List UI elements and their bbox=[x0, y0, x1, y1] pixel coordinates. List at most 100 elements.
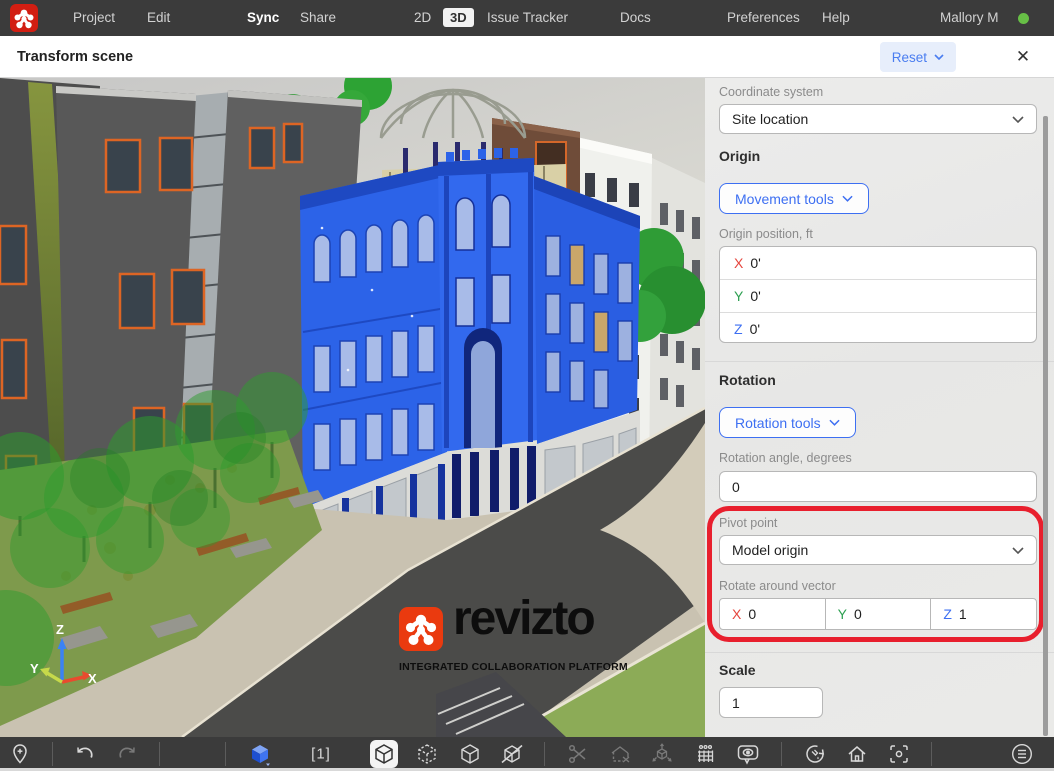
eye-bubble-icon bbox=[736, 743, 760, 765]
render-mode-default-button[interactable] bbox=[370, 740, 398, 768]
rotation-angle-input[interactable] bbox=[719, 471, 1037, 502]
origin-z-field[interactable]: Z 0' bbox=[720, 312, 1036, 345]
undo-icon bbox=[74, 743, 96, 765]
document-list-icon bbox=[1010, 742, 1034, 766]
axis-z-label: Z bbox=[734, 321, 743, 337]
origin-position-label: Origin position, ft bbox=[719, 227, 813, 241]
toolbar-divider bbox=[931, 742, 932, 766]
zoom-extents-button[interactable] bbox=[886, 741, 912, 767]
scale-heading: Scale bbox=[719, 662, 756, 678]
pivot-point-value: Model origin bbox=[732, 542, 808, 558]
vector-y-value: 0 bbox=[854, 606, 862, 622]
home-view-button[interactable] bbox=[844, 741, 870, 767]
mode-2d-button[interactable]: 2D bbox=[414, 0, 431, 36]
grid-icon bbox=[694, 743, 716, 765]
menu-issue-tracker[interactable]: Issue Tracker bbox=[487, 0, 568, 36]
axis-x-label: X bbox=[734, 255, 743, 271]
hidden-objects-button[interactable] bbox=[499, 741, 525, 767]
close-button[interactable]: ✕ bbox=[1010, 44, 1036, 70]
axis-y-label: Y bbox=[30, 661, 39, 676]
origin-y-field[interactable]: Y 0' bbox=[720, 279, 1036, 312]
axis-y-label: Y bbox=[734, 288, 743, 304]
restore-appearance-button[interactable] bbox=[802, 741, 828, 767]
pivot-point-select[interactable]: Model origin bbox=[719, 535, 1037, 565]
toolbar-divider bbox=[52, 742, 53, 766]
reset-button[interactable]: Reset bbox=[880, 42, 956, 72]
transform-panel: Coordinate system Site location Origin M… bbox=[705, 78, 1054, 737]
vector-x-field[interactable]: X 0 bbox=[720, 599, 825, 629]
section-divider bbox=[705, 361, 1054, 362]
chevron-down-icon bbox=[934, 54, 944, 60]
home-icon bbox=[846, 743, 868, 765]
scale-input[interactable] bbox=[719, 687, 823, 718]
cube-outline-icon bbox=[459, 743, 481, 765]
vector-y-field[interactable]: Y 0 bbox=[825, 599, 931, 629]
rotation-heading: Rotation bbox=[719, 372, 776, 388]
bottom-toolbar: [1] bbox=[0, 737, 1054, 771]
toolbar-divider bbox=[225, 742, 226, 766]
move-object-button[interactable] bbox=[649, 741, 675, 767]
hidden-cube-icon bbox=[500, 743, 524, 765]
origin-z-value: 0' bbox=[750, 321, 760, 337]
axis-z-label: Z bbox=[56, 622, 64, 637]
clip-house-icon bbox=[609, 743, 631, 765]
location-pin-icon bbox=[9, 743, 31, 765]
chevron-down-icon bbox=[1012, 116, 1024, 123]
origin-position-fields: X 0' Y 0' Z 0' bbox=[719, 246, 1037, 343]
issue-visibility-button[interactable] bbox=[735, 741, 761, 767]
nav-cube-icon bbox=[248, 742, 272, 766]
chevron-down-icon bbox=[842, 195, 853, 202]
origin-x-field[interactable]: X 0' bbox=[720, 247, 1036, 279]
revizto-logo-icon[interactable] bbox=[10, 4, 38, 32]
focus-icon bbox=[888, 743, 910, 765]
top-menubar: Project Edit Sync Share 2D 3D Issue Trac… bbox=[0, 0, 1054, 36]
sheets-button[interactable] bbox=[1009, 741, 1035, 767]
coordinate-system-label: Coordinate system bbox=[719, 85, 823, 99]
vector-z-value: 1 bbox=[959, 606, 967, 622]
user-menu[interactable]: Mallory M bbox=[940, 0, 999, 36]
vector-z-field[interactable]: Z 1 bbox=[930, 599, 1036, 629]
coordinate-system-select[interactable]: Site location bbox=[719, 104, 1037, 134]
add-marker-button[interactable] bbox=[7, 741, 33, 767]
clip-scissors-button[interactable] bbox=[565, 741, 591, 767]
grid-button[interactable] bbox=[692, 741, 718, 767]
movement-tools-label: Movement tools bbox=[735, 191, 834, 207]
frame-counter[interactable]: [1] bbox=[311, 746, 331, 763]
menu-edit[interactable]: Edit bbox=[147, 0, 170, 36]
menu-preferences[interactable]: Preferences bbox=[727, 0, 800, 36]
axis-x-label: X bbox=[88, 671, 97, 686]
pivot-point-label: Pivot point bbox=[719, 516, 777, 530]
ghost-cube-icon bbox=[416, 743, 438, 765]
origin-y-value: 0' bbox=[750, 288, 760, 304]
axis-x-label: X bbox=[732, 606, 741, 622]
redo-button[interactable] bbox=[114, 741, 140, 767]
transform-scene-header: Transform scene Reset ✕ bbox=[0, 36, 1054, 78]
scissors-icon bbox=[567, 743, 589, 765]
viewport-3d[interactable]: Z X Y revizto INTEGRATED COLLABORATION P… bbox=[0, 78, 705, 737]
render-mode-ghost-button[interactable] bbox=[414, 741, 440, 767]
menu-help[interactable]: Help bbox=[822, 0, 850, 36]
mode-3d-button[interactable]: 3D bbox=[443, 8, 474, 27]
cube-icon bbox=[373, 743, 395, 765]
movement-tools-button[interactable]: Movement tools bbox=[719, 183, 869, 214]
rotation-angle-label: Rotation angle, degrees bbox=[719, 451, 852, 465]
menu-share[interactable]: Share bbox=[300, 0, 336, 36]
rotation-tools-button[interactable]: Rotation tools bbox=[719, 407, 856, 438]
axis-y-label: Y bbox=[838, 606, 847, 622]
menu-docs[interactable]: Docs bbox=[620, 0, 651, 36]
coordinate-system-value: Site location bbox=[732, 111, 808, 127]
vector-x-value: 0 bbox=[748, 606, 756, 622]
rotate-vector-fields: X 0 Y 0 Z 1 bbox=[719, 598, 1037, 630]
revizto-app: { "colors": { "accent_blue": "#3d6ff2", … bbox=[0, 0, 1054, 771]
undo-button[interactable] bbox=[72, 741, 98, 767]
axis-z-label: Z bbox=[943, 606, 952, 622]
clip-box-button[interactable] bbox=[607, 741, 633, 767]
menu-sync[interactable]: Sync bbox=[247, 0, 279, 36]
panel-scrollbar[interactable] bbox=[1043, 116, 1048, 736]
render-mode-solid-button[interactable] bbox=[457, 741, 483, 767]
toolbar-divider bbox=[544, 742, 545, 766]
chevron-down-icon bbox=[829, 419, 840, 426]
move-cube-icon bbox=[651, 743, 673, 765]
menu-project[interactable]: Project bbox=[73, 0, 115, 36]
nav-cube-button[interactable] bbox=[247, 741, 273, 767]
